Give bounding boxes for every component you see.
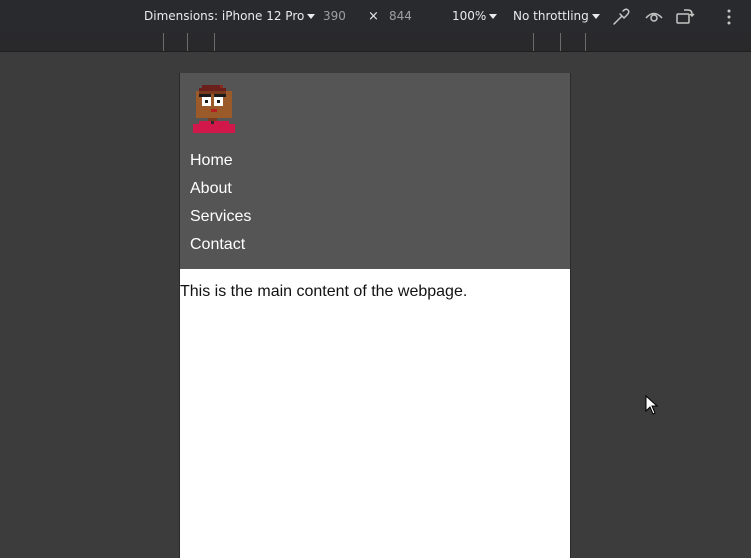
chevron-down-icon	[489, 14, 498, 19]
height-input[interactable]: 844	[389, 0, 412, 33]
nav-item-contact: Contact	[190, 233, 251, 261]
ruler-tick	[533, 33, 534, 51]
main-nav: Home About Services Contact	[190, 149, 251, 261]
mouse-cursor-icon	[645, 395, 659, 415]
site-header: Home About Services Contact	[180, 73, 570, 269]
device-dimensions-label: Dimensions: iPhone 12 Pro	[144, 9, 305, 23]
more-options-icon[interactable]	[719, 7, 739, 27]
throttling-select[interactable]: No throttling	[513, 0, 600, 33]
main-content-text: This is the main content of the webpage.	[180, 283, 468, 300]
throttling-label: No throttling	[513, 9, 589, 23]
width-input[interactable]: 390	[323, 0, 346, 33]
avatar-logo	[193, 85, 235, 133]
ruler-tick	[560, 33, 561, 51]
rotate-device-icon[interactable]	[675, 7, 695, 27]
eye-icon[interactable]	[644, 7, 664, 27]
ruler-tick	[163, 33, 164, 51]
nav-link-services[interactable]: Services	[190, 208, 251, 225]
chevron-down-icon	[591, 14, 600, 19]
device-dimensions-select[interactable]: Dimensions: iPhone 12 Pro	[144, 0, 316, 33]
media-query-ruler[interactable]	[0, 33, 751, 52]
nav-item-services: Services	[190, 205, 251, 233]
chevron-down-icon	[307, 14, 316, 19]
dimension-separator: ×	[368, 9, 379, 24]
ruler-tick	[214, 33, 215, 51]
eyedropper-icon[interactable]	[611, 7, 631, 27]
nav-link-contact[interactable]: Contact	[190, 236, 245, 253]
nav-item-about: About	[190, 177, 251, 205]
device-viewport[interactable]: Home About Services Contact This is the …	[179, 73, 571, 558]
nav-link-home[interactable]: Home	[190, 152, 233, 169]
ruler-tick	[187, 33, 188, 51]
zoom-select[interactable]: 100%	[452, 0, 498, 33]
nav-link-about[interactable]: About	[190, 180, 232, 197]
nav-item-home: Home	[190, 149, 251, 177]
device-toolbar: Dimensions: iPhone 12 Pro 390 × 844 100%…	[0, 0, 751, 33]
zoom-label: 100%	[452, 9, 487, 23]
ruler-tick	[585, 33, 586, 51]
